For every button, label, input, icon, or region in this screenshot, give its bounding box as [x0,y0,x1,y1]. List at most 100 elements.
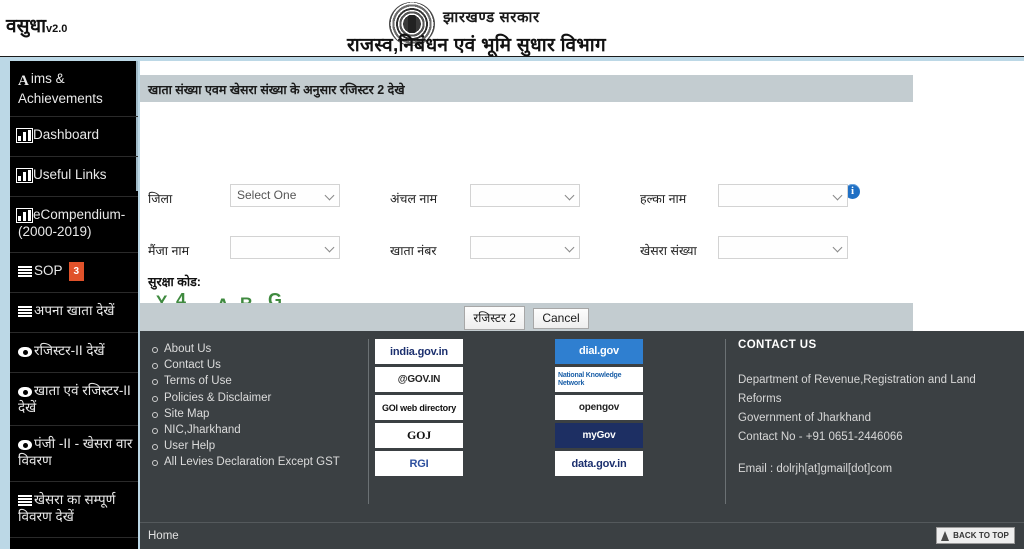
halka-select[interactable] [718,184,848,207]
bar-chart-icon [18,170,31,181]
khesra-number-select-label: खेसरा संख्या [640,242,697,259]
footer-link-0[interactable]: About Us [152,341,362,357]
sidebar-item-3[interactable]: eCompendium-(2000-2019) [10,197,138,253]
logo-text: GOJ [407,428,431,443]
halka-select-label: हल्का नाम [640,190,686,207]
footer-logo-india-gov-in-icon[interactable]: india.gov.in [375,339,463,364]
brand-version: v2.0 [46,23,67,35]
district-select[interactable]: Select One [230,184,340,207]
footer-logo-column-2: dial.gov National Knowledge Network opengo… [555,339,643,479]
contact-line-3: Government of Jharkhand [738,409,1008,428]
footer-link-1[interactable]: Contact Us [152,357,362,373]
khata-number-select[interactable] [470,236,580,259]
footer-logo-goj-icon[interactable]: GOJ [375,423,463,448]
footer-bottom-bar: Home BACK TO TOP [140,522,1024,549]
sidebar-item-8[interactable]: पंजी -II - खेसरा वार विवरण [10,426,138,482]
khata-number-select-wrapper [470,236,580,259]
government-title: झारखण्ड सरकार [443,7,540,27]
footer-divider-1 [368,339,369,504]
sidebar-item-5[interactable]: अपना खाता देखें [10,293,138,333]
bar-chart-icon [18,130,31,141]
footer-logo-opengov-icon[interactable]: opengov [555,395,643,420]
eye-icon [18,387,32,397]
footer-link-3[interactable]: Policies & Disclaimer [152,390,362,406]
mauza-select-label: मैंजा नाम [148,242,189,259]
register2-submit-button[interactable]: रजिस्टर 2 [464,306,525,330]
halka-select-wrapper [718,184,848,207]
sidebar-item-label: अपना खाता देखें [34,303,114,318]
sidebar-item-2[interactable]: Useful Links [10,157,138,197]
site-footer: About UsContact UsTerms of UsePolicies &… [140,331,1024,522]
brand-name: वसुधा [6,16,46,37]
footer-link-2[interactable]: Terms of Use [152,373,362,389]
sidebar-item-label: खाता एवं रजिस्टर-II देखें [18,383,131,415]
logo-text: National Knowledge Network [555,372,643,388]
logo-text: dial.gov [555,339,643,364]
logo-text: myGov [555,423,643,448]
district-select-label: जिला [148,190,172,207]
footer-divider-2 [725,339,726,504]
form-button-bar: रजिस्टर 2 Cancel [140,303,913,331]
circle-select[interactable] [470,184,580,207]
contact-line-1: Department of Revenue,Registration and L… [738,371,1008,390]
footer-logo-data-gov-in-icon[interactable]: data.gov.in [555,451,643,476]
sidebar-item-label: ims & Achievements [18,71,103,106]
sidebar-item-4[interactable]: SOP3 [10,253,138,293]
triangle-up-icon [941,531,949,541]
bar-chart-icon [18,210,31,221]
circle-select-wrapper [470,184,580,207]
sidebar-item-label: eCompendium-(2000-2019) [18,207,125,239]
footer-logo-rgi-icon[interactable]: RGI [375,451,463,476]
sidebar-item-6[interactable]: रजिस्टर-II देखें [10,333,138,373]
footer-links-list: About UsContact UsTerms of UsePolicies &… [152,341,362,471]
back-to-top-button[interactable]: BACK TO TOP [936,527,1015,544]
footer-link-4[interactable]: Site Map [152,406,362,422]
footer-logo-national-knowledge-network-icon[interactable]: National Knowledge Network [555,367,643,392]
contact-us-block: CONTACT US Department of Revenue,Registr… [738,339,1008,479]
logo-text: india.gov.in [390,346,448,358]
site-header: वसुधाv2.0 झारखण्ड सरकार राजस्व,निबंधन एव… [0,0,1024,57]
footer-link-7[interactable]: All Levies Declaration Except GST [152,454,362,470]
eye-icon [18,440,32,450]
sidebar-badge: 3 [69,262,85,281]
list-icon [18,306,32,317]
sidebar-item-label: Useful Links [33,167,107,182]
logo-text: @GOV.IN [398,374,440,385]
back-to-top-label: BACK TO TOP [953,531,1009,540]
sidebar-item-9[interactable]: खेसरा का सम्पूर्ण विवरण देखें [10,482,138,538]
footer-logo-goi-web-directory-icon[interactable]: GOI web directory [375,395,463,420]
footer-logo-dial-gov-icon[interactable]: dial.gov [555,339,643,364]
home-link[interactable]: Home [148,530,179,542]
footer-link-6[interactable]: User Help [152,438,362,454]
mauza-select-wrapper [230,236,340,259]
logo-text: GOI web directory [382,403,456,413]
contact-heading: CONTACT US [738,339,1008,351]
footer-logo-column-1: india.gov.in @GOV.IN GOI web directory GOJ R… [375,339,463,479]
footer-logo-gov-in-icon[interactable]: @GOV.IN [375,367,463,392]
sidebar-item-label: Dashboard [33,127,99,142]
page-title: खाता संख्या एवम खेसरा संख्या के अनुसार र… [140,75,913,102]
contact-phone: Contact No - +91 0651-2446066 [738,428,1008,447]
footer-link-5[interactable]: NIC,Jharkhand [152,422,362,438]
circle-select-label: अंचल नाम [390,190,437,207]
footer-logo-mygov-icon[interactable]: myGov [555,423,643,448]
contact-line-2: Reforms [738,390,1008,409]
brand-logo[interactable]: वसुधाv2.0 [6,12,67,38]
sidebar-nav: Aims & Achievements Dashboard Useful Links… [10,61,138,549]
sidebar-item-label: पंजी -II - खेसरा वार विवरण [18,436,132,468]
department-title: राजस्व,निबंधन एवं भूमि सुधार विभाग [347,31,606,57]
letter-a-icon: A [18,73,29,90]
sidebar-item-label: खेसरा का सम्पूर्ण विवरण देखें [18,492,115,524]
mauza-select[interactable] [230,236,340,259]
logo-text: RGI [410,458,429,470]
khesra-number-select[interactable] [718,236,848,259]
page-root: वसुधाv2.0 झारखण्ड सरकार राजस्व,निबंधन एव… [0,0,1024,549]
sidebar-item-0[interactable]: Aims & Achievements [10,61,138,117]
cancel-button[interactable]: Cancel [533,308,588,329]
list-icon [18,495,32,506]
khesra-number-select-wrapper [718,236,848,259]
sidebar-item-1[interactable]: Dashboard [10,117,138,157]
content-area: खाता संख्या एवम खेसरा संख्या के अनुसार र… [140,61,1024,549]
sidebar-item-7[interactable]: खाता एवं रजिस्टर-II देखें [10,373,138,426]
logo-text: data.gov.in [571,458,626,470]
